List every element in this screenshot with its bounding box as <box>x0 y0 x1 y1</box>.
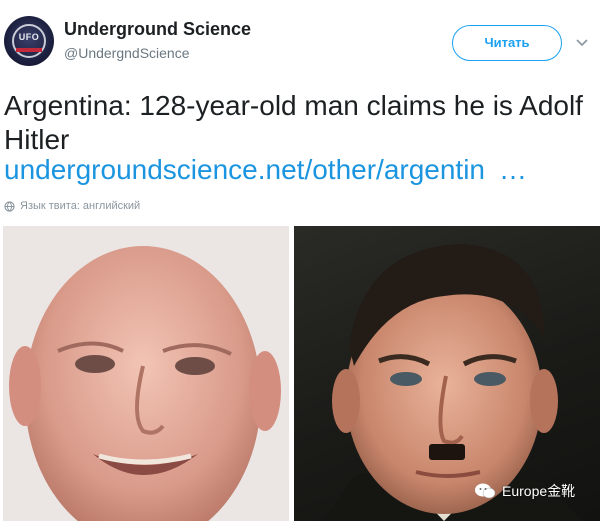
watermark-text: Europe金靴 <box>502 483 576 499</box>
globe-icon <box>4 200 15 212</box>
avatar[interactable]: UFO <box>4 16 54 66</box>
elderly-man-illustration <box>3 226 289 521</box>
portrait-illustration <box>324 244 584 521</box>
avatar-text: UFO <box>18 32 40 42</box>
language-note[interactable]: Язык твита: английский <box>4 200 140 212</box>
tweet-link-ellipsis: … <box>499 154 528 185</box>
tweet-link-text[interactable]: undergroundscience.net/other/argentin <box>4 154 485 185</box>
avatar-stripe <box>16 48 42 52</box>
follow-button[interactable]: Читать <box>452 25 562 61</box>
account-name[interactable]: Underground Science <box>64 19 251 40</box>
wechat-icon <box>475 483 496 499</box>
tweet-link[interactable]: undergroundscience.net/other/argentin … <box>4 154 527 186</box>
chevron-down-icon[interactable] <box>574 34 590 50</box>
tweet-text: Argentina: 128-year-old man claims he is… <box>4 90 583 155</box>
watermark: Europe金靴 <box>474 481 575 501</box>
language-note-text: Язык твита: английский <box>20 200 141 212</box>
tweet-header: UFO Underground Science @UndergndScience… <box>0 0 600 82</box>
photo-elderly-man[interactable] <box>3 226 289 521</box>
account-handle[interactable]: @UndergndScience <box>64 45 190 61</box>
photo-historical-portrait[interactable] <box>294 226 600 521</box>
